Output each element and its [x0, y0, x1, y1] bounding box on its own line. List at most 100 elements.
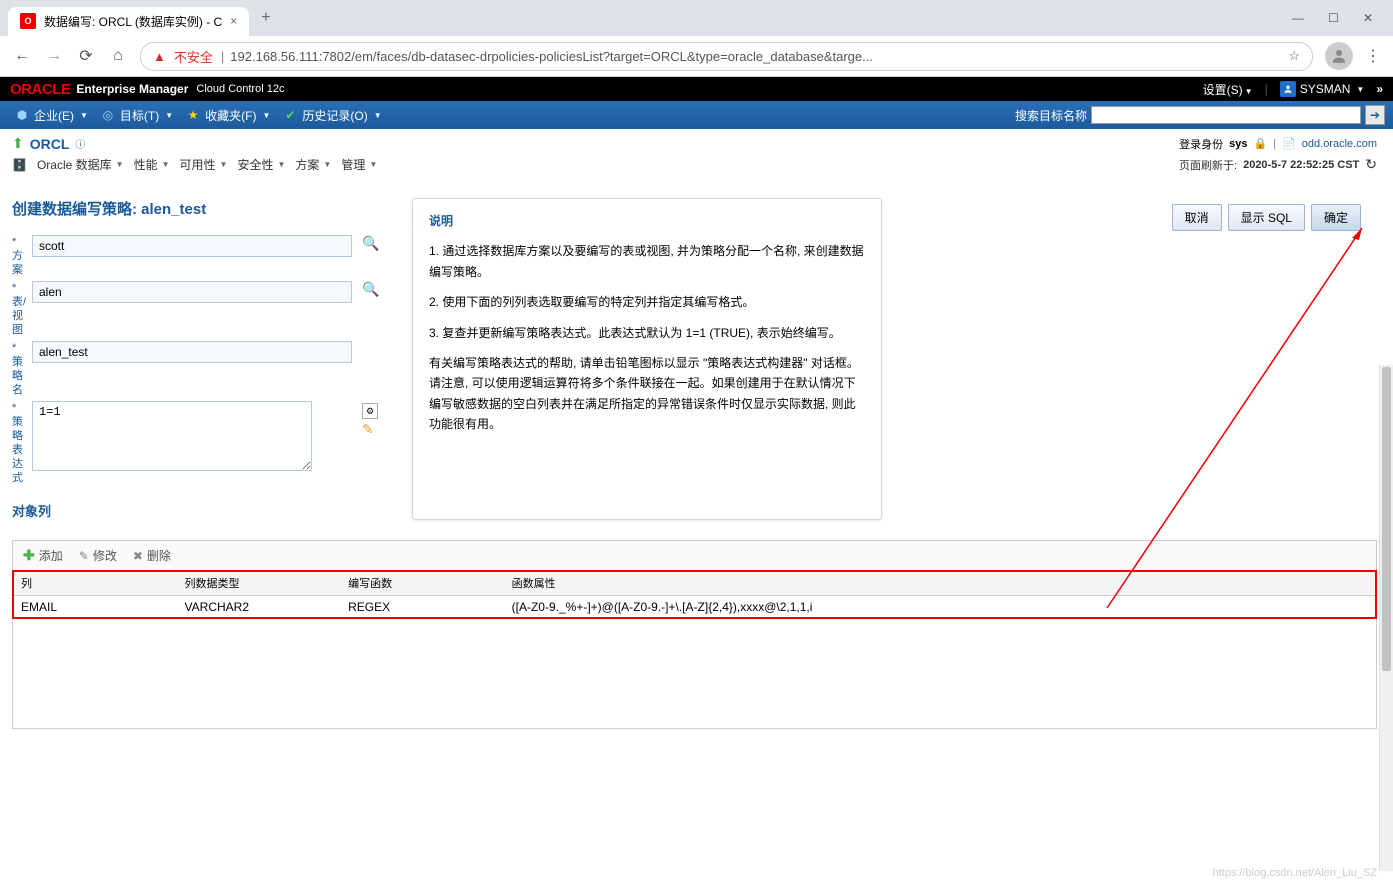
description-p2: 2. 使用下面的列列表选取要编写的特定列并指定其编写格式。: [429, 292, 865, 312]
login-label: 登录身份: [1179, 136, 1223, 152]
info-icon[interactable]: ⓘ: [75, 136, 85, 151]
forward-button[interactable]: →: [44, 47, 64, 65]
back-button[interactable]: ←: [12, 47, 32, 65]
watermark: https://blog.csdn.net/Alen_Liu_SZ: [1213, 867, 1378, 879]
minimize-icon[interactable]: —: [1292, 11, 1304, 25]
expr-label: 策略表达式: [12, 416, 23, 484]
product-name: Enterprise Manager: [76, 82, 188, 96]
schema-label: 方案: [12, 250, 23, 276]
oracle-header: ORACLE Enterprise Manager Cloud Control …: [0, 77, 1393, 101]
warning-icon: ▲: [153, 49, 166, 64]
th-type: 列数据类型: [177, 571, 341, 596]
table-highlight: 列 列数据类型 编写函数 函数属性 EMAIL VARCHAR2 REGEX (…: [13, 571, 1376, 618]
home-button[interactable]: ⌂: [108, 47, 128, 65]
th-attr: 函数属性: [504, 571, 1376, 596]
bookmark-star-icon[interactable]: ☆: [1288, 48, 1300, 64]
columns-table: 列 列数据类型 编写函数 函数属性 EMAIL VARCHAR2 REGEX (…: [13, 571, 1376, 618]
page-body: ⬆ ORCL ⓘ 登录身份 sys 🔒 | 📄 odd.oracle.com 🗄…: [0, 129, 1393, 883]
menu-target[interactable]: ◎目标(T)▼: [94, 107, 179, 124]
user-menu[interactable]: SYSMAN▼: [1280, 81, 1365, 97]
add-column-button[interactable]: ✚添加: [23, 547, 63, 564]
table-search-icon[interactable]: 🔍: [362, 281, 379, 297]
tab-bar: O 数据编写: ORCL (数据库实例) - C × + — ☐ ✕: [0, 0, 1393, 36]
description-p4: 有关编写策略表达式的帮助, 请单击铅笔图标以显示 "策略表达式构建器" 对话框。…: [429, 353, 865, 435]
maximize-icon[interactable]: ☐: [1328, 11, 1339, 25]
browser-menu-icon[interactable]: ⋮: [1365, 46, 1381, 66]
product-subtitle: Cloud Control 12c: [196, 83, 284, 95]
search-target-input[interactable]: [1091, 106, 1361, 124]
oracle-logo: ORACLE: [10, 81, 70, 98]
login-user: sys: [1229, 138, 1247, 150]
db-menubar: 🗄️ Oracle 数据库▼ 性能▼ 可用性▼ 安全性▼ 方案▼ 管理▼ 页面刷…: [12, 152, 1377, 178]
table-input[interactable]: [32, 281, 352, 303]
expression-builder-icon[interactable]: ⚙: [362, 403, 378, 419]
settings-menu[interactable]: 设置(S)▼: [1203, 81, 1253, 98]
plus-icon: ✚: [23, 547, 35, 564]
db-menu-oracle[interactable]: Oracle 数据库▼: [37, 156, 124, 173]
description-panel: 说明 1. 通过选择数据库方案以及要编写的表或视图, 并为策略分配一个名称, 来…: [412, 198, 882, 520]
th-func: 编写函数: [340, 571, 504, 596]
reload-button[interactable]: ⟳: [76, 46, 96, 66]
orcl-header: ⬆ ORCL ⓘ 登录身份 sys 🔒 | 📄 odd.oracle.com: [12, 135, 1377, 152]
search-go-button[interactable]: ➔: [1365, 105, 1385, 125]
refresh-icon[interactable]: ↻: [1365, 156, 1377, 173]
edit-column-button[interactable]: ✎修改: [79, 547, 117, 564]
url-field[interactable]: ▲ 不安全 | 192.168.56.111:7802/em/faces/db-…: [140, 42, 1313, 71]
target-icon: ◎: [100, 107, 116, 123]
db-menu-security[interactable]: 安全性▼: [237, 156, 285, 173]
up-arrow-icon[interactable]: ⬆: [12, 135, 24, 152]
overflow-icon[interactable]: »: [1376, 82, 1383, 96]
policy-expression-input[interactable]: [32, 401, 312, 471]
refresh-label: 页面刷新于:: [1179, 157, 1237, 173]
browser-tab[interactable]: O 数据编写: ORCL (数据库实例) - C ×: [8, 7, 249, 36]
cell-func: REGEX: [340, 596, 504, 619]
star-icon: ★: [185, 107, 201, 123]
check-icon: ✔: [282, 107, 298, 123]
pencil-icon[interactable]: ✎: [362, 421, 392, 438]
profile-button[interactable]: [1325, 42, 1353, 70]
new-tab-button[interactable]: +: [261, 9, 270, 27]
delete-icon: ✖: [133, 549, 143, 563]
delete-column-button[interactable]: ✖删除: [133, 547, 171, 564]
oracle-menubar: ⬢企业(E)▼ ◎目标(T)▼ ★收藏夹(F)▼ ✔历史记录(O)▼ 搜索目标名…: [0, 101, 1393, 129]
policy-label: 策略名: [12, 356, 23, 396]
menu-enterprise[interactable]: ⬢企业(E)▼: [8, 107, 94, 124]
host-link[interactable]: odd.oracle.com: [1302, 138, 1377, 150]
cell-column: EMAIL: [13, 596, 177, 619]
table-label: 表/视图: [12, 296, 26, 336]
columns-table-container: ✚添加 ✎修改 ✖删除 列 列数据类型 编写函数 函数属性 EMAIL: [12, 540, 1377, 729]
close-tab-icon[interactable]: ×: [230, 14, 237, 28]
oracle-favicon: O: [20, 13, 36, 29]
cell-type: VARCHAR2: [177, 596, 341, 619]
description-title: 说明: [429, 211, 865, 231]
cell-attr: ([A-Z0-9._%+-]+)@([A-Z0-9.-]+\.[A-Z]{2,4…: [504, 596, 1376, 619]
refresh-time: 2020-5-7 22:52:25 CST: [1243, 159, 1359, 171]
schema-input[interactable]: [32, 235, 352, 257]
menu-history[interactable]: ✔历史记录(O)▼: [276, 107, 387, 124]
db-menu-availability[interactable]: 可用性▼: [180, 156, 228, 173]
menu-favorites[interactable]: ★收藏夹(F)▼: [179, 107, 276, 124]
table-toolbar: ✚添加 ✎修改 ✖删除: [13, 541, 1376, 571]
search-label: 搜索目标名称: [1015, 107, 1087, 124]
user-icon: [1280, 81, 1296, 97]
db-menu-schema[interactable]: 方案▼: [295, 156, 331, 173]
columns-section-title: 对象列: [12, 501, 392, 520]
th-column: 列: [13, 571, 177, 596]
policy-name-input[interactable]: [32, 341, 352, 363]
close-window-icon[interactable]: ✕: [1363, 11, 1373, 25]
vertical-scrollbar[interactable]: [1379, 365, 1393, 871]
table-header-row: 列 列数据类型 编写函数 函数属性: [13, 571, 1376, 596]
lock-icon: 🔒: [1254, 137, 1268, 150]
host-icon: 📄: [1282, 137, 1296, 150]
insecure-label: 不安全: [174, 47, 213, 66]
database-icon: 🗄️: [12, 158, 27, 172]
url-text: 192.168.56.111:7802/em/faces/db-datasec-…: [230, 49, 1280, 64]
page-title: 创建数据编写策略: alen_test: [12, 198, 392, 219]
db-menu-performance[interactable]: 性能▼: [134, 156, 170, 173]
schema-search-icon[interactable]: 🔍: [362, 235, 379, 251]
table-row[interactable]: EMAIL VARCHAR2 REGEX ([A-Z0-9._%+-]+)@([…: [13, 596, 1376, 619]
description-p3: 3. 复查并更新编写策略表达式。此表达式默认为 1=1 (TRUE), 表示始终…: [429, 323, 865, 343]
window-controls: — ☐ ✕: [1292, 11, 1385, 25]
db-menu-admin[interactable]: 管理▼: [341, 156, 377, 173]
orcl-title: ORCL: [30, 136, 70, 152]
